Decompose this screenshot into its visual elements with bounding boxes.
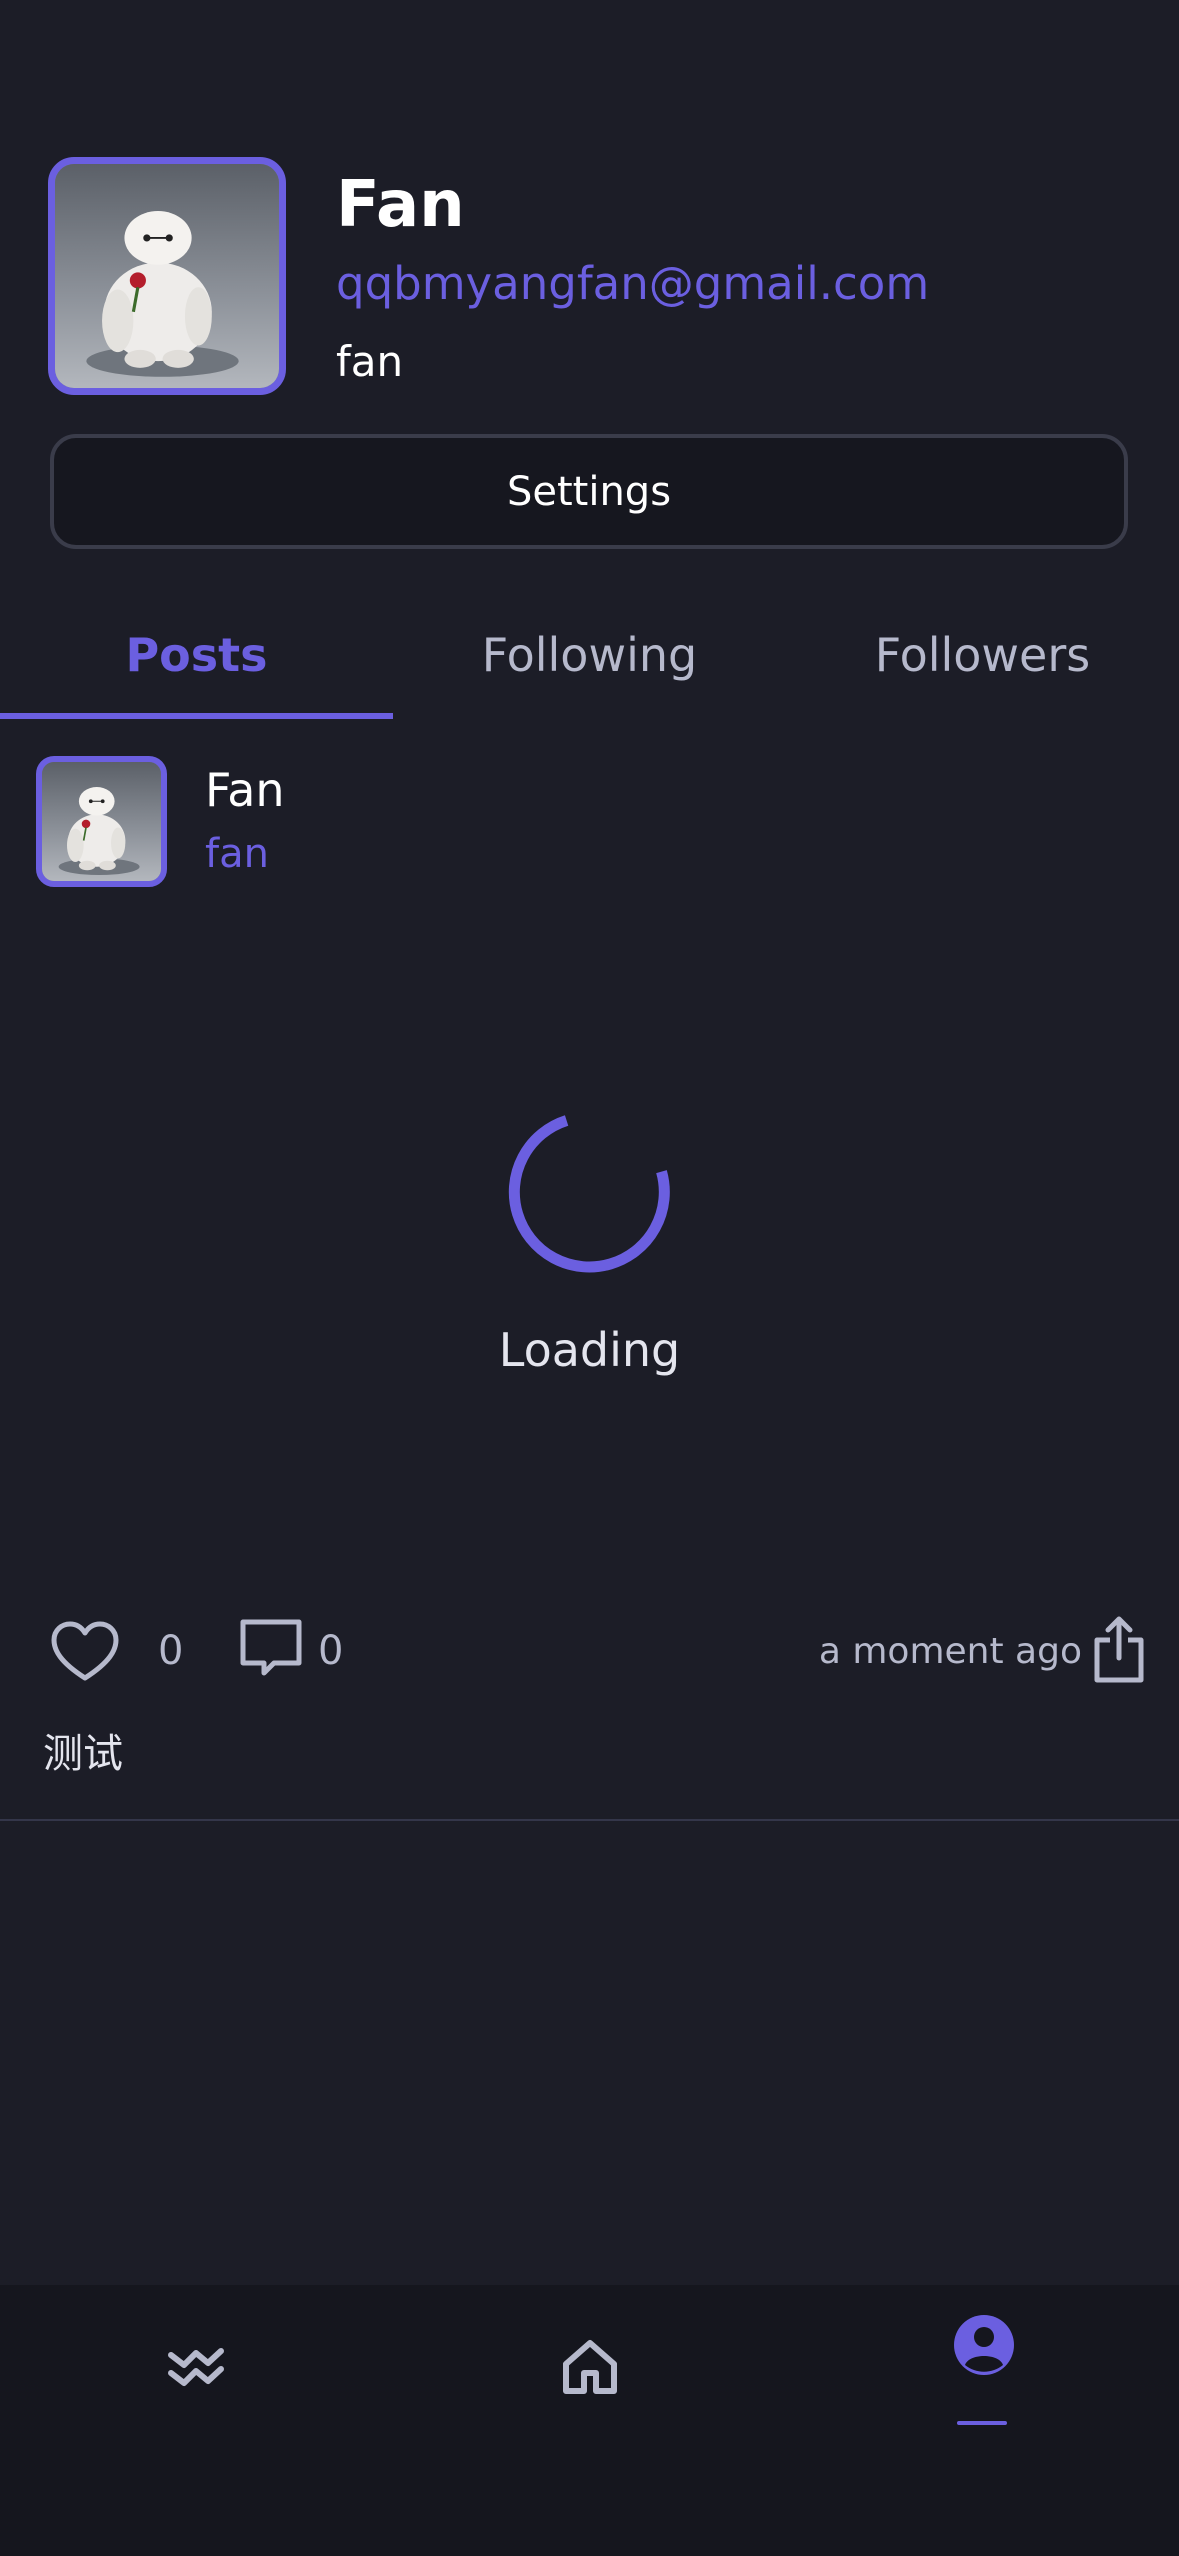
post-text: 测试	[43, 1731, 123, 1777]
nav-activity-tab[interactable]	[136, 2307, 256, 2427]
post-author-name[interactable]: Fan	[205, 758, 285, 822]
loading-label: Loading	[498, 1323, 681, 1377]
avatar-image	[55, 164, 279, 388]
profile-email: qqbmyangfan@gmail.com	[336, 257, 930, 310]
post-author-avatar[interactable]	[36, 756, 167, 887]
heart-icon[interactable]	[50, 1620, 120, 1684]
comment-count: 0	[318, 1628, 344, 1674]
profile-username: fan	[336, 337, 404, 386]
post-timestamp: a moment ago	[818, 1631, 1082, 1672]
profile-name: Fan	[336, 168, 465, 242]
comment-icon[interactable]	[238, 1617, 304, 1681]
activity-icon	[168, 2348, 224, 2386]
nav-profile-tab[interactable]	[924, 2285, 1044, 2405]
avatar-image	[42, 762, 161, 881]
share-icon[interactable]	[1092, 1614, 1146, 1684]
loading-spinner-icon	[508, 1115, 670, 1273]
tab-following[interactable]: Following	[393, 590, 786, 720]
settings-button[interactable]: Settings	[50, 434, 1128, 549]
nav-home-tab[interactable]	[530, 2307, 650, 2427]
like-count: 0	[158, 1628, 184, 1674]
profile-tabs: Posts Following Followers	[0, 590, 1179, 720]
tab-posts[interactable]: Posts	[0, 590, 393, 720]
profile-avatar[interactable]	[48, 157, 286, 395]
post-divider	[0, 1819, 1179, 1821]
active-tab-indicator	[0, 713, 393, 719]
post-author-username[interactable]: fan	[205, 826, 269, 882]
tab-followers[interactable]: Followers	[786, 590, 1179, 720]
home-icon	[563, 2340, 617, 2394]
profile-icon	[954, 2315, 1014, 2375]
nav-active-indicator	[957, 2421, 1007, 2425]
